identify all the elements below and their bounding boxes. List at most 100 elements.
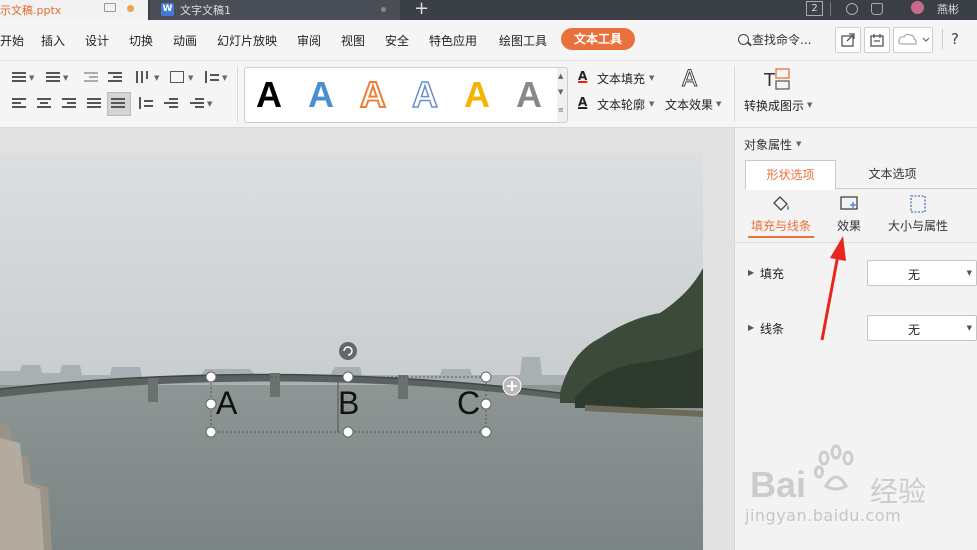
menu-slideshow[interactable]: 幻灯片放映 bbox=[217, 32, 277, 49]
convert-smartart-button[interactable]: 转换成图示 bbox=[744, 97, 804, 114]
search-label: 查找命令... bbox=[752, 33, 812, 47]
justify-icon[interactable] bbox=[87, 97, 101, 109]
fill-select[interactable]: 无 ▼ bbox=[867, 260, 977, 286]
menu-insert[interactable]: 插入 bbox=[41, 32, 65, 49]
menu-security[interactable]: 安全 bbox=[385, 32, 409, 49]
spacing-after-icon[interactable] bbox=[164, 97, 178, 109]
chevron-down-icon[interactable]: ▼ bbox=[796, 140, 801, 148]
menu-features[interactable]: 特色应用 bbox=[429, 32, 477, 49]
baidu-watermark: Bai 经验 jingyan.baidu.com bbox=[742, 440, 977, 550]
paw-icon bbox=[814, 444, 854, 491]
gallery-scroll[interactable]: ▲ ▼ ≡ bbox=[557, 67, 568, 123]
increase-indent-icon[interactable] bbox=[108, 71, 122, 83]
chevron-down-icon[interactable]: ▼ bbox=[807, 101, 812, 109]
line-select[interactable]: 无 ▼ bbox=[867, 315, 977, 341]
chevron-down-icon[interactable]: ▼ bbox=[29, 74, 34, 82]
align-right-icon[interactable] bbox=[62, 97, 76, 109]
chevron-down-icon[interactable]: ▼ bbox=[649, 100, 654, 108]
window-count-badge[interactable]: 2 bbox=[806, 1, 823, 16]
new-tab-button[interactable]: + bbox=[414, 0, 429, 19]
style-blue-outline[interactable]: A bbox=[411, 73, 439, 116]
menu-view[interactable]: 视图 bbox=[341, 32, 365, 49]
expand-arrow-icon[interactable]: ▶ bbox=[748, 268, 754, 277]
style-black[interactable]: A bbox=[256, 74, 282, 116]
monitor-icon[interactable] bbox=[104, 3, 116, 12]
textbox-letter-b[interactable]: B bbox=[338, 385, 359, 422]
text-direction-icon[interactable] bbox=[136, 71, 150, 83]
align-left-icon[interactable] bbox=[12, 97, 26, 109]
chevron-down-icon[interactable]: ▼ bbox=[207, 100, 212, 108]
tab-shape-options[interactable]: 形状选项 bbox=[745, 160, 836, 190]
style-gray-gradient[interactable]: A bbox=[516, 74, 542, 116]
tab-title: 文字文稿1 bbox=[180, 4, 231, 17]
tab-text-options[interactable]: 文本选项 bbox=[845, 160, 940, 188]
svg-text:T: T bbox=[764, 70, 776, 91]
chevron-down-icon[interactable]: ▼ bbox=[188, 74, 193, 82]
share-button[interactable] bbox=[835, 27, 861, 53]
textbox-selection[interactable] bbox=[0, 153, 703, 550]
textbox-letter-a[interactable]: A bbox=[216, 385, 237, 422]
cloud-icon bbox=[898, 33, 930, 45]
text-outline-button[interactable]: 文本轮廓 bbox=[597, 96, 645, 113]
user-name[interactable]: 燕彬 bbox=[937, 1, 959, 21]
chevron-down-icon[interactable]: ▼ bbox=[222, 74, 227, 82]
chevron-down-icon[interactable]: ▼ bbox=[716, 100, 721, 108]
fill-value: 无 bbox=[908, 268, 921, 282]
subtab-fill-line[interactable]: 填充与线条 bbox=[748, 194, 814, 238]
search-command[interactable]: 查找命令... bbox=[738, 31, 811, 48]
tab-dot-icon bbox=[381, 7, 386, 12]
menu-animation[interactable]: 动画 bbox=[173, 32, 197, 49]
bullet-list-icon[interactable] bbox=[12, 71, 26, 83]
tab-document[interactable]: W 文字文稿1 bbox=[150, 0, 400, 20]
menu-design[interactable]: 设计 bbox=[85, 32, 109, 49]
comment-button[interactable] bbox=[864, 27, 890, 53]
style-yellow[interactable]: A bbox=[464, 74, 490, 116]
spacing-before-icon[interactable] bbox=[190, 97, 204, 109]
line-spacing-icon[interactable] bbox=[205, 71, 219, 83]
share-icon bbox=[841, 33, 855, 47]
menu-home[interactable]: 开始 bbox=[0, 32, 24, 49]
chevron-down-icon[interactable]: ▼ bbox=[649, 74, 654, 82]
fill-label[interactable]: 填充 bbox=[760, 265, 784, 282]
chevron-down-icon[interactable]: ▼ bbox=[63, 74, 68, 82]
decrease-indent-icon[interactable] bbox=[84, 71, 98, 83]
chevron-down-icon[interactable]: ▼ bbox=[154, 74, 159, 82]
expand-gallery-icon[interactable]: ≡ bbox=[558, 106, 564, 114]
avatar[interactable] bbox=[911, 1, 924, 14]
numbered-list-icon[interactable] bbox=[46, 71, 60, 83]
textbox-letter-c[interactable]: C bbox=[457, 385, 480, 422]
slide-canvas[interactable]: A B C bbox=[0, 128, 734, 550]
menu-drawing-tools[interactable]: 绘图工具 bbox=[499, 32, 547, 49]
style-blue[interactable]: A bbox=[308, 74, 334, 116]
pane-tabs: 形状选项 文本选项 bbox=[745, 160, 977, 190]
style-orange-outline[interactable]: A bbox=[359, 73, 387, 116]
shirt-icon[interactable] bbox=[871, 3, 883, 15]
menu-review[interactable]: 审阅 bbox=[297, 32, 321, 49]
help-icon[interactable]: ? bbox=[951, 30, 959, 48]
effects-icon bbox=[840, 196, 858, 210]
chevron-up-icon[interactable]: ▲ bbox=[558, 72, 563, 80]
tab-presentation[interactable]: 示文稿.pptx bbox=[0, 0, 148, 20]
skin-icon[interactable] bbox=[846, 3, 858, 15]
menu-transition[interactable]: 切换 bbox=[129, 32, 153, 49]
divider bbox=[942, 29, 943, 49]
align-center-icon[interactable] bbox=[37, 97, 51, 109]
cloud-sync-button[interactable] bbox=[893, 27, 933, 53]
text-fill-button[interactable]: 文本填充 bbox=[597, 70, 645, 87]
chevron-down-icon[interactable]: ▼ bbox=[558, 88, 563, 96]
menu-text-tools[interactable]: 文本工具 bbox=[561, 28, 635, 50]
title-bar: 示文稿.pptx W 文字文稿1 + 2 燕彬 bbox=[0, 0, 977, 20]
subtab-size-properties[interactable]: 大小与属性 bbox=[887, 194, 949, 234]
subtab-effects[interactable]: 效果 bbox=[835, 194, 863, 234]
text-effect-button[interactable]: 文本效果 bbox=[665, 96, 713, 113]
slide[interactable]: A B C bbox=[0, 153, 703, 550]
expand-arrow-icon[interactable]: ▶ bbox=[748, 323, 754, 332]
paragraph-spacing-icon[interactable] bbox=[139, 97, 153, 109]
line-label[interactable]: 线条 bbox=[760, 320, 784, 337]
pane-title[interactable]: 对象属性 bbox=[744, 136, 792, 153]
writer-icon: W bbox=[161, 3, 174, 16]
divider bbox=[734, 66, 735, 122]
watermark-suffix: 经验 bbox=[870, 475, 927, 508]
comment-icon bbox=[870, 34, 884, 47]
align-text-icon[interactable] bbox=[170, 71, 184, 83]
